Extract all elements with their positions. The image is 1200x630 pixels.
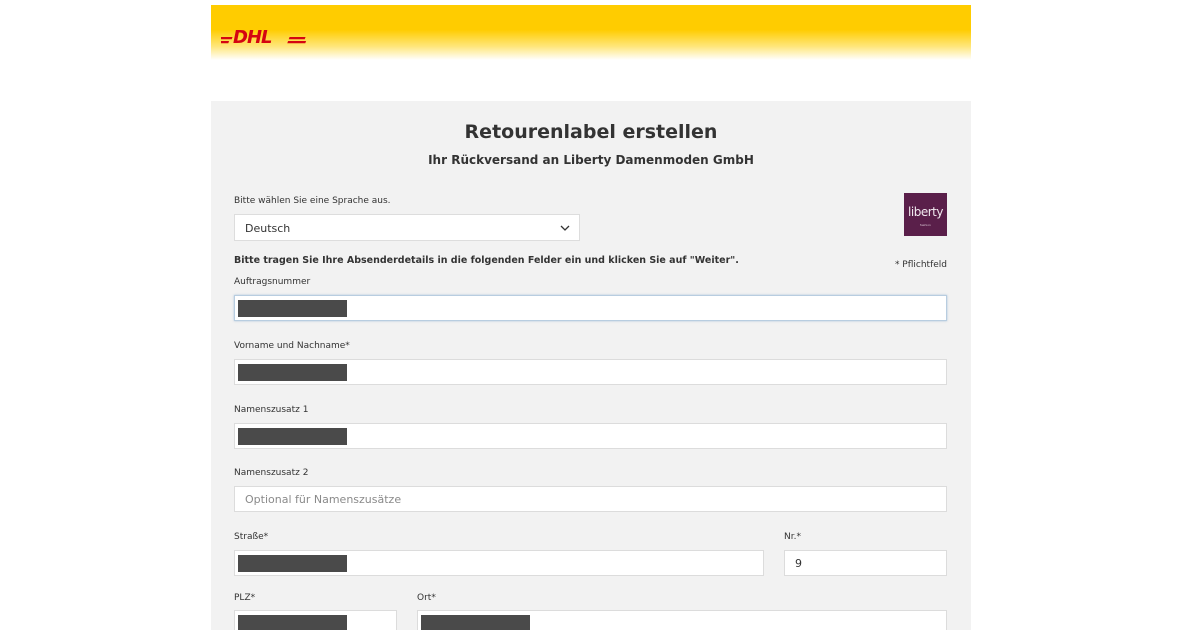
merchant-logo: liberty fashion <box>904 193 947 236</box>
required-field-note: * Pflichtfeld <box>894 260 947 270</box>
name-extra-1-input[interactable] <box>234 423 947 449</box>
house-number-value: 9 <box>795 557 802 570</box>
redacted-value <box>421 615 530 630</box>
redacted-value <box>238 555 347 572</box>
name-extra-2-placeholder: Optional für Namenszusätze <box>245 493 402 506</box>
street-input[interactable] <box>234 550 764 576</box>
page-title: Retourenlabel erstellen <box>464 121 718 143</box>
language-select[interactable]: Deutsch <box>234 214 580 241</box>
full-name-input[interactable] <box>234 359 947 385</box>
house-number-input[interactable]: 9 <box>784 550 947 576</box>
return-label-form: Retourenlabel erstellen Ihr Rückversand … <box>211 101 971 630</box>
chevron-down-icon <box>560 225 570 231</box>
name-extra-2-input[interactable]: Optional für Namenszusätze <box>234 486 947 512</box>
redacted-value <box>238 428 347 445</box>
order-number-input[interactable] <box>234 295 947 321</box>
redacted-value <box>238 364 347 381</box>
full-name-label: Vorname und Nachname* <box>234 341 350 351</box>
merchant-logo-tagline: fashion <box>920 223 931 227</box>
street-label: Straße* <box>234 532 269 542</box>
dhl-header: DHL <box>211 5 971 60</box>
name-extra-2-label: Namenszusatz 2 <box>234 468 309 478</box>
name-extra-1-label: Namenszusatz 1 <box>234 405 309 415</box>
dhl-logo: DHL <box>221 27 307 46</box>
zip-label: PLZ* <box>234 593 256 603</box>
redacted-value <box>238 300 347 317</box>
form-instructions: Bitte tragen Sie Ihre Absenderdetails in… <box>234 255 739 266</box>
language-selected-value: Deutsch <box>245 222 291 235</box>
zip-input[interactable] <box>234 610 397 630</box>
redacted-value <box>238 615 347 630</box>
svg-text:DHL: DHL <box>233 27 272 46</box>
merchant-logo-text: liberty <box>908 205 943 219</box>
order-number-label: Auftragsnummer <box>234 277 311 287</box>
house-number-label: Nr.* <box>784 532 801 542</box>
page-subtitle: Ihr Rückversand an Liberty Damenmoden Gm… <box>428 153 754 167</box>
city-label: Ort* <box>417 593 436 603</box>
language-label: Bitte wählen Sie eine Sprache aus. <box>234 196 391 206</box>
city-input[interactable] <box>417 610 947 630</box>
